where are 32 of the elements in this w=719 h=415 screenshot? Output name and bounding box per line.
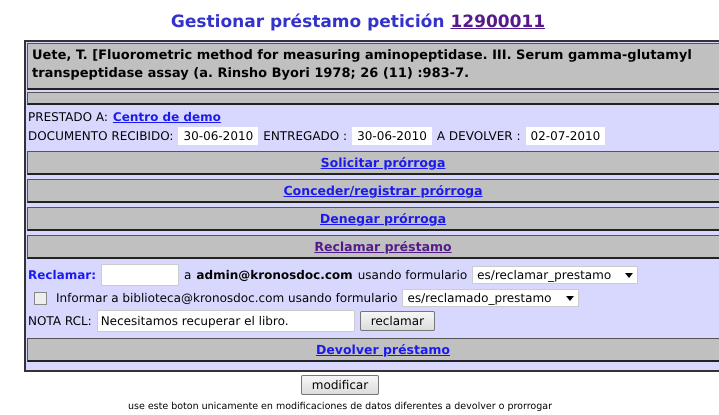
- library-link[interactable]: Centro de demo: [112, 110, 221, 124]
- recipient-field[interactable]: [101, 264, 180, 286]
- field-label: DOCUMENTO RECIBIDO:: [28, 129, 174, 143]
- email-text: admin@kronosdoc.com: [196, 268, 353, 282]
- claim-button[interactable]: reclamar: [360, 311, 436, 331]
- section-link[interactable]: Conceder/registrar prórroga: [283, 183, 483, 198]
- claim-label: Reclamar:: [28, 268, 96, 282]
- form-select[interactable]: es/reclamar_prestamo: [472, 266, 638, 284]
- note-label: NOTA RCL:: [28, 314, 92, 328]
- section-link[interactable]: Reclamar préstamo: [314, 239, 452, 254]
- inform-checkbox[interactable]: [34, 292, 47, 304]
- date-field[interactable]: 02-07-2010: [526, 127, 606, 145]
- claim-text: a: [184, 268, 192, 282]
- citation-text: Uete, T. [Fluorometric method for measuring aminopeptidase. III. Serum gamma-glutamyl transpeptidase assay (a. Rinsho Byori 1978; 26 (11) :983-7.: [27, 43, 719, 90]
- field-label: ENTREGADO :: [263, 129, 348, 143]
- page-title: Gestionar préstamo petición: [170, 12, 444, 32]
- caret-icon: [566, 296, 574, 300]
- request-number-link[interactable]: 12900011: [450, 12, 546, 32]
- inform-text: Informar a biblioteca@kronosdoc.com usando formulario: [56, 291, 398, 305]
- modify-button[interactable]: modificar: [300, 375, 380, 395]
- note-field[interactable]: Necesitamos recuperar el libro.: [96, 310, 355, 332]
- section-link[interactable]: Denegar prórroga: [320, 211, 446, 226]
- section-link[interactable]: Devolver préstamo: [316, 342, 450, 357]
- field-label: A DEVOLVER :: [436, 129, 520, 143]
- field-label: PRESTADO A:: [28, 110, 108, 124]
- claim-text: usando formulario: [358, 268, 468, 282]
- form-select[interactable]: es/reclamado_prestamo: [402, 289, 578, 307]
- date-field[interactable]: 30-06-2010: [178, 127, 258, 145]
- section-link[interactable]: Solicitar prórroga: [320, 155, 446, 170]
- date-field[interactable]: 30-06-2010: [352, 127, 432, 145]
- caret-icon: [625, 272, 634, 278]
- footnote-text: use este boton unicamente en modificaciones de datos diferentes a devolver o prorrogar: [128, 401, 552, 412]
